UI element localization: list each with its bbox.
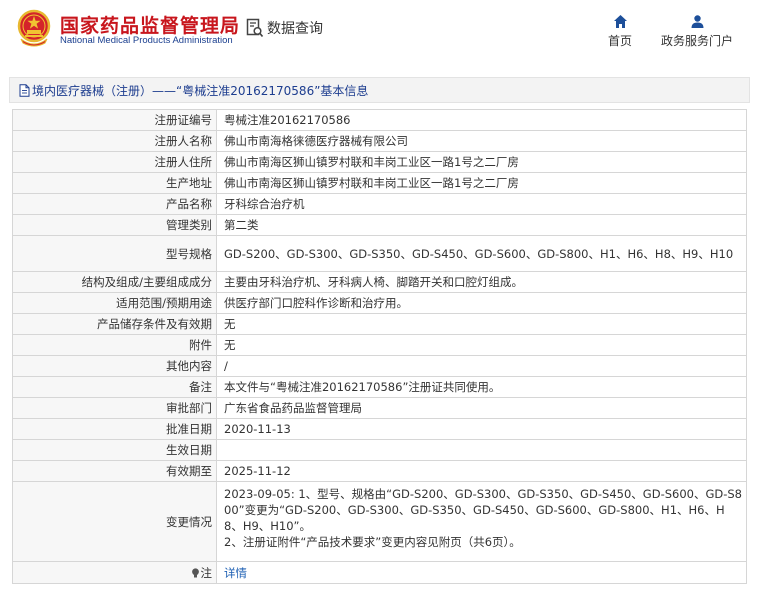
field-value: 佛山市南海区狮山镇罗村联和丰岗工业区一路1号之二厂房 xyxy=(216,151,747,173)
table-row: 产品储存条件及有效期无 xyxy=(12,313,747,335)
nav-home-label: 首页 xyxy=(608,34,633,48)
field-label: 型号规格 xyxy=(12,235,217,272)
table-row: 注册人住所 佛山市南海区狮山镇罗村联和丰岗工业区一路1号之二厂房 xyxy=(12,151,747,173)
field-label: 变更情况 xyxy=(12,481,217,562)
data-query-button[interactable]: 数据查询 xyxy=(246,18,323,38)
registration-detail-table: 注册证编号 粤械注准20162170586 注册人名称 佛山市南海格徕德医疗器械有限… xyxy=(12,109,747,584)
table-row: 生效日期 xyxy=(12,439,747,461)
change-history: 2023-09-05: 1、型号、规格由“GD-S200、GD-S300、GD-… xyxy=(216,481,747,562)
field-label: 产品储存条件及有效期 xyxy=(12,313,217,335)
brand-subtitle: National Medical Products Administration xyxy=(60,35,233,46)
field-value: 主要由牙科治疗机、牙科病人椅、脚踏开关和口腔灯组成。 xyxy=(216,271,747,293)
field-label: 结构及组成/主要组成成分 xyxy=(12,271,217,293)
table-row: 注册证编号 粤械注准20162170586 xyxy=(12,109,747,131)
field-value: 粤械注准20162170586 xyxy=(216,109,747,131)
brand-title: 国家药品监督管理局 xyxy=(60,15,241,37)
nav-service-portal-label: 政务服务门户 xyxy=(661,34,734,48)
note-label-cell: 注 xyxy=(12,561,217,584)
field-value: 第二类 xyxy=(216,214,747,236)
field-value: 2025-11-12 xyxy=(216,460,747,482)
field-label: 附件 xyxy=(12,334,217,356)
field-label: 注册证编号 xyxy=(12,109,217,131)
data-query-label: 数据查询 xyxy=(267,21,323,37)
field-label: 注册人住所 xyxy=(12,151,217,173)
details-link[interactable]: 详情 xyxy=(224,566,247,580)
field-label: 注册人名称 xyxy=(12,130,217,152)
field-value: 无 xyxy=(216,313,747,335)
field-label: 管理类别 xyxy=(12,214,217,236)
table-row: 型号规格 GD-S200、GD-S300、GD-S350、GD-S450、GD-S… xyxy=(12,235,747,272)
table-row: 适用范围/预期用途 供医疗部门口腔科作诊断和治疗用。 xyxy=(12,292,747,314)
field-value: 无 xyxy=(216,334,747,356)
field-value xyxy=(216,439,747,461)
national-emblem-icon xyxy=(17,9,51,47)
change-entry-1: 2023-09-05: 1、型号、规格由“GD-S200、GD-S300、GD-… xyxy=(224,487,742,533)
section-title: 境内医疗器械（注册）——“粤械注准20162170586”基本信息 xyxy=(32,83,369,98)
field-label: 适用范围/预期用途 xyxy=(12,292,217,314)
table-row: 备注 本文件与“粤械注准20162170586”注册证共同使用。 xyxy=(12,376,747,398)
field-value: GD-S200、GD-S300、GD-S350、GD-S450、GD-S600、… xyxy=(216,235,747,272)
field-label: 生效日期 xyxy=(12,439,217,461)
note-label: 注 xyxy=(200,565,213,580)
table-row-changes: 变更情况 2023-09-05: 1、型号、规格由“GD-S200、GD-S30… xyxy=(12,481,747,562)
user-icon xyxy=(691,15,703,28)
table-row-note: 注 详情 xyxy=(12,561,747,584)
field-value: 广东省食品药品监督管理局 xyxy=(216,397,747,419)
nav-home-button[interactable]: 首页 xyxy=(608,14,632,49)
section-title-bar: 境内医疗器械（注册）——“粤械注准20162170586”基本信息 xyxy=(9,77,750,103)
field-label: 备注 xyxy=(12,376,217,398)
document-search-icon xyxy=(246,18,264,38)
table-row: 有效期至 2025-11-12 xyxy=(12,460,747,482)
table-row: 管理类别 第二类 xyxy=(12,214,747,236)
field-value: 本文件与“粤械注准20162170586”注册证共同使用。 xyxy=(216,376,747,398)
site-header: 国家药品监督管理局 National Medical Products Admi… xyxy=(0,0,760,62)
field-label: 生产地址 xyxy=(12,172,217,194)
home-icon xyxy=(613,15,627,28)
field-label: 产品名称 xyxy=(12,193,217,215)
field-value: 佛山市南海区狮山镇罗村联和丰岗工业区一路1号之二厂房 xyxy=(216,172,747,194)
field-value: 牙科综合治疗机 xyxy=(216,193,747,215)
note-value-cell: 详情 xyxy=(216,561,747,584)
table-row: 产品名称 牙科综合治疗机 xyxy=(12,193,747,215)
field-label: 审批部门 xyxy=(12,397,217,419)
table-row: 注册人名称 佛山市南海格徕德医疗器械有限公司 xyxy=(12,130,747,152)
field-value: 佛山市南海格徕德医疗器械有限公司 xyxy=(216,130,747,152)
table-row: 结构及组成/主要组成成分 主要由牙科治疗机、牙科病人椅、脚踏开关和口腔灯组成。 xyxy=(12,271,747,293)
table-row: 审批部门 广东省食品药品监督管理局 xyxy=(12,397,747,419)
field-label: 其他内容 xyxy=(12,355,217,377)
document-icon xyxy=(19,83,30,97)
field-value: / xyxy=(216,355,747,377)
nav-service-portal-button[interactable]: 政务服务门户 xyxy=(661,14,733,49)
table-row: 附件无 xyxy=(12,334,747,356)
field-label: 有效期至 xyxy=(12,460,217,482)
bulb-icon xyxy=(191,567,199,577)
field-value: 2020-11-13 xyxy=(216,418,747,440)
field-value: 供医疗部门口腔科作诊断和治疗用。 xyxy=(216,292,747,314)
change-entry-2: 2、注册证附件“产品技术要求”变更内容见附页（共6页）。 xyxy=(224,535,521,549)
table-row: 其他内容 / xyxy=(12,355,747,377)
table-row: 生产地址 佛山市南海区狮山镇罗村联和丰岗工业区一路1号之二厂房 xyxy=(12,172,747,194)
field-label: 批准日期 xyxy=(12,418,217,440)
table-row: 批准日期 2020-11-13 xyxy=(12,418,747,440)
